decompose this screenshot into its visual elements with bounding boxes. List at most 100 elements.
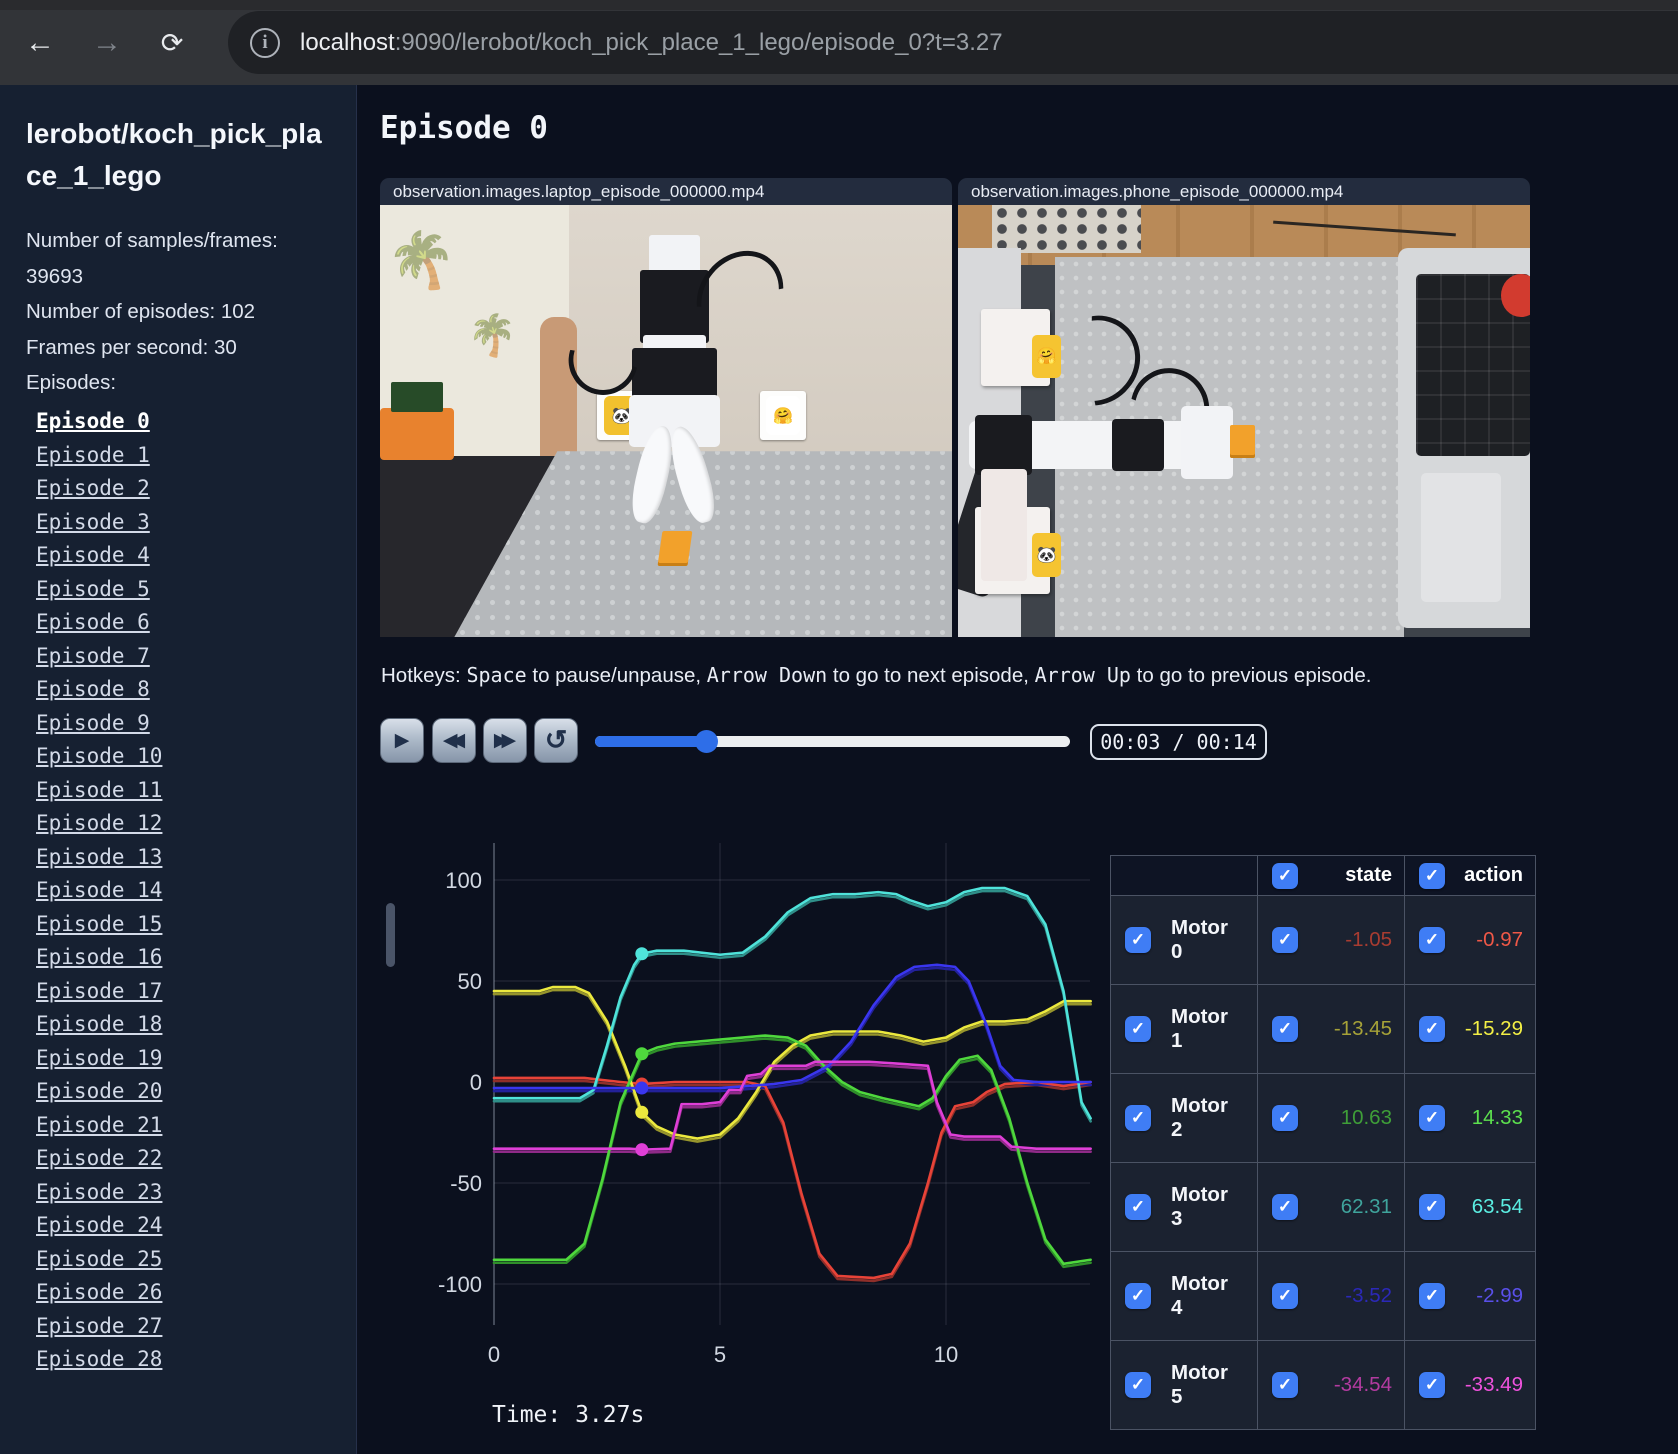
motor-2-visibility-checkbox[interactable]: ✓ xyxy=(1125,1105,1151,1131)
action-value: -2.99 xyxy=(1476,1284,1523,1307)
sidebar-item-episode-19[interactable]: Episode 19 xyxy=(36,1042,162,1076)
motor-5-state-checkbox[interactable]: ✓ xyxy=(1272,1372,1298,1398)
motor-table-body: ✓ Motor 0 ✓ -1.05 ✓ -0.97 ✓ Motor 1 ✓ -13.45 ✓ -15.… xyxy=(1110,895,1536,1430)
sidebar-item-episode-7[interactable]: Episode 7 xyxy=(36,640,162,674)
action-column-checkbox[interactable]: ✓ xyxy=(1419,862,1445,889)
sidebar-item-episode-14[interactable]: Episode 14 xyxy=(36,874,162,908)
sidebar-item-episode-12[interactable]: Episode 12 xyxy=(36,807,162,841)
video-progress-slider[interactable] xyxy=(595,730,1070,753)
sidebar-item-episode-5[interactable]: Episode 5 xyxy=(36,573,162,607)
laptop-trackpad xyxy=(1421,472,1502,603)
state-value: -3.52 xyxy=(1345,1284,1392,1307)
motor-2-state-checkbox[interactable]: ✓ xyxy=(1272,1105,1298,1131)
progress-fill xyxy=(595,736,707,747)
motor-1-action-checkbox[interactable]: ✓ xyxy=(1419,1016,1445,1042)
back-icon[interactable]: ← xyxy=(18,22,62,64)
sidebar-item-episode-4[interactable]: Episode 4 xyxy=(36,539,162,573)
panda-card: 🐼 xyxy=(1032,533,1061,577)
hugging-face-card: 🤗 xyxy=(760,390,807,441)
loop-button[interactable]: ↺ xyxy=(534,718,578,763)
sidebar-item-episode-6[interactable]: Episode 6 xyxy=(36,606,162,640)
sidebar-item-episode-26[interactable]: Episode 26 xyxy=(36,1276,162,1310)
motor-chart: 100 50 0 -50 -100 0 5 10 xyxy=(415,835,1105,1420)
svg-text:0: 0 xyxy=(470,1070,482,1095)
orange-lego-brick xyxy=(657,531,693,566)
sidebar-item-episode-24[interactable]: Episode 24 xyxy=(36,1209,162,1243)
motor-5-visibility-checkbox[interactable]: ✓ xyxy=(1125,1372,1151,1398)
circuit-board xyxy=(391,382,443,413)
sidebar-item-episode-0[interactable]: Episode 0 xyxy=(36,405,162,439)
sidebar-item-episode-15[interactable]: Episode 15 xyxy=(36,908,162,942)
rewind-button[interactable]: ◀◀ xyxy=(432,718,476,763)
page: ← → ⟳ i localhost:9090/lerobot/koch_pick… xyxy=(0,0,1678,1454)
motor-0-state-checkbox[interactable]: ✓ xyxy=(1272,927,1298,953)
chrome-top-strip xyxy=(0,0,1678,10)
motor-1-state-checkbox[interactable]: ✓ xyxy=(1272,1016,1298,1042)
samples-count: Number of samples/frames: 39693 xyxy=(26,229,278,288)
browser-chrome: ← → ⟳ i localhost:9090/lerobot/koch_pick… xyxy=(0,0,1678,85)
url-text: localhost:9090/lerobot/koch_pick_place_1… xyxy=(300,29,1003,57)
motor-0-action-checkbox[interactable]: ✓ xyxy=(1419,927,1445,953)
table-row-motor-0: ✓ Motor 0 ✓ -1.05 ✓ -0.97 xyxy=(1110,895,1536,985)
sidebar-item-episode-23[interactable]: Episode 23 xyxy=(36,1176,162,1210)
time-display: 00:03 / 00:14 xyxy=(1090,724,1267,760)
motor-4-action-checkbox[interactable]: ✓ xyxy=(1419,1283,1445,1309)
motor-label: Motor 5 xyxy=(1171,1361,1228,1408)
svg-text:5: 5 xyxy=(714,1342,726,1367)
robot-shoulder-motor xyxy=(975,414,1033,475)
state-column-header: ✓ state xyxy=(1257,855,1405,896)
episode-list: Episode 0 Episode 1 Episode 2 Episode 3 Epis… xyxy=(36,405,162,1377)
sidebar-item-episode-2[interactable]: Episode 2 xyxy=(36,472,162,506)
sidebar-item-episode-17[interactable]: Episode 17 xyxy=(36,975,162,1009)
motor-0-visibility-checkbox[interactable]: ✓ xyxy=(1125,927,1151,953)
sidebar-item-episode-11[interactable]: Episode 11 xyxy=(36,774,162,808)
url-bar[interactable]: i localhost:9090/lerobot/koch_pick_place… xyxy=(228,11,1678,74)
sidebar-item-episode-3[interactable]: Episode 3 xyxy=(36,506,162,540)
space-key: Space xyxy=(466,663,527,687)
svg-text:10: 10 xyxy=(934,1342,958,1367)
motor-2-action-checkbox[interactable]: ✓ xyxy=(1419,1105,1445,1131)
sidebar-item-episode-1[interactable]: Episode 1 xyxy=(36,439,162,473)
motor-3-state-checkbox[interactable]: ✓ xyxy=(1272,1194,1298,1220)
motor-chart-svg: 100 50 0 -50 -100 0 5 10 xyxy=(438,843,1092,1367)
sidebar-item-episode-25[interactable]: Episode 25 xyxy=(36,1243,162,1277)
svg-text:0: 0 xyxy=(488,1342,500,1367)
motor-4-state-checkbox[interactable]: ✓ xyxy=(1272,1283,1298,1309)
reload-icon[interactable]: ⟳ xyxy=(150,22,194,64)
fast-forward-button[interactable]: ▶▶ xyxy=(483,718,527,763)
motor-3-action-checkbox[interactable]: ✓ xyxy=(1419,1194,1445,1220)
play-button[interactable]: ▶ xyxy=(380,718,424,763)
sidebar-item-episode-8[interactable]: Episode 8 xyxy=(36,673,162,707)
svg-text:50: 50 xyxy=(458,969,482,994)
scrollbar-thumb[interactable] xyxy=(386,903,395,967)
sidebar-item-episode-28[interactable]: Episode 28 xyxy=(36,1343,162,1377)
sidebar-item-episode-9[interactable]: Episode 9 xyxy=(36,707,162,741)
video-panel-laptop: observation.images.laptop_episode_000000… xyxy=(380,178,952,637)
site-info-icon[interactable]: i xyxy=(250,27,280,58)
action-value: -33.49 xyxy=(1464,1373,1523,1396)
sidebar-item-episode-21[interactable]: Episode 21 xyxy=(36,1109,162,1143)
forward-icon[interactable]: → xyxy=(85,22,129,64)
sidebar-item-episode-18[interactable]: Episode 18 xyxy=(36,1008,162,1042)
arrow-down-key: Arrow Down xyxy=(706,663,828,687)
fps-value: Frames per second: 30 xyxy=(26,335,237,359)
state-value: -1.05 xyxy=(1345,928,1392,951)
sidebar-item-episode-10[interactable]: Episode 10 xyxy=(36,740,162,774)
sidebar-item-episode-27[interactable]: Episode 27 xyxy=(36,1310,162,1344)
sidebar-item-episode-20[interactable]: Episode 20 xyxy=(36,1075,162,1109)
motor-4-visibility-checkbox[interactable]: ✓ xyxy=(1125,1283,1151,1309)
svg-text:100: 100 xyxy=(445,868,482,893)
motor-1-visibility-checkbox[interactable]: ✓ xyxy=(1125,1016,1151,1042)
sidebar-item-episode-16[interactable]: Episode 16 xyxy=(36,941,162,975)
state-column-checkbox[interactable]: ✓ xyxy=(1272,862,1298,889)
sidebar-item-episode-13[interactable]: Episode 13 xyxy=(36,841,162,875)
motor-5-action-checkbox[interactable]: ✓ xyxy=(1419,1372,1445,1398)
episodes-heading: Episodes: xyxy=(26,371,117,394)
motor-label: Motor 3 xyxy=(1171,1183,1228,1230)
robot-motor-block xyxy=(631,347,718,400)
table-row-motor-2: ✓ Motor 2 ✓ 10.63 ✓ 14.33 xyxy=(1110,1073,1536,1163)
motor-3-visibility-checkbox[interactable]: ✓ xyxy=(1125,1194,1151,1220)
sidebar-item-episode-22[interactable]: Episode 22 xyxy=(36,1142,162,1176)
empty-header-cell xyxy=(1110,855,1258,896)
progress-thumb[interactable] xyxy=(695,730,719,753)
